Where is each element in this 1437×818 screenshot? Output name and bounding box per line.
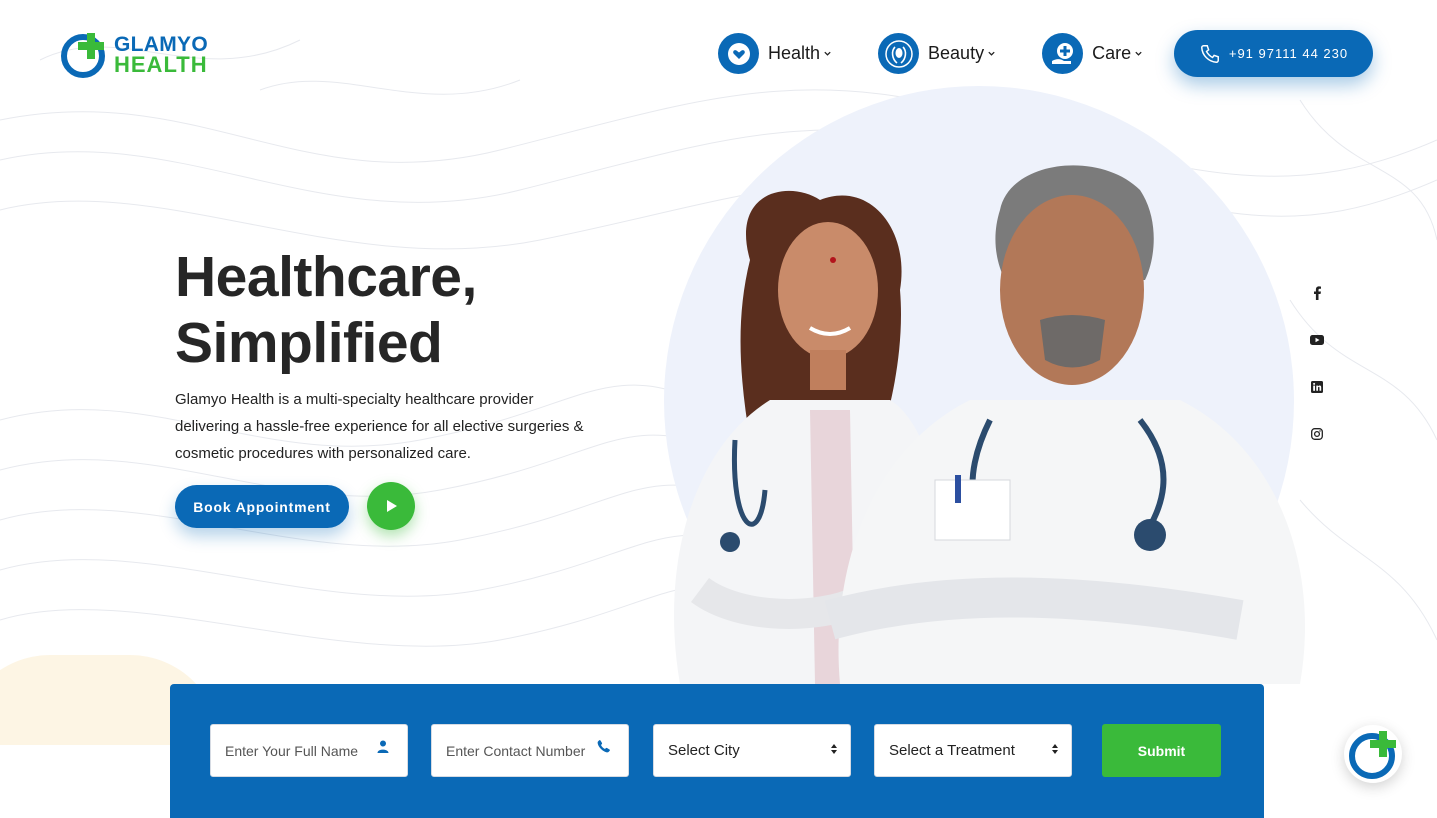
woman-face-icon: [878, 33, 920, 74]
hero-title: Healthcare, Simplified: [175, 244, 635, 376]
brand-logo[interactable]: GLAMYO HEALTH: [60, 30, 208, 80]
phone-icon: [597, 740, 610, 753]
doctors-photo: [674, 165, 1305, 684]
treatment-select[interactable]: Select a Treatment: [874, 724, 1072, 777]
facebook-icon[interactable]: [1307, 283, 1327, 303]
city-select-value: Select City: [668, 742, 740, 759]
logo-word-health: HEALTH: [114, 52, 208, 77]
nav-label-health: Health: [768, 43, 821, 63]
treatment-select-value: Select a Treatment: [889, 742, 1015, 759]
appointment-form: Select City Select a Treatment Submit: [170, 684, 1264, 818]
heart-hands-icon: [718, 33, 759, 74]
hero-description: Glamyo Health is a multi-specialty healt…: [175, 391, 584, 462]
nav-item-beauty[interactable]: Beauty: [878, 33, 996, 74]
chevron-down-icon: [1135, 51, 1142, 56]
logo-mark-icon: [1349, 731, 1396, 779]
linkedin-icon[interactable]: [1307, 377, 1327, 397]
nav-item-care[interactable]: Care: [1042, 33, 1143, 74]
instagram-icon[interactable]: [1307, 424, 1327, 444]
select-arrows-icon: [831, 744, 837, 754]
play-video-button[interactable]: [367, 482, 415, 530]
full-name-input[interactable]: [225, 742, 375, 759]
call-phone-button[interactable]: +91 97111 44 230: [1174, 30, 1373, 77]
book-appointment-button[interactable]: Book Appointment: [175, 485, 349, 528]
hero-title-line-2: Simplified: [175, 311, 443, 375]
nav-label-beauty: Beauty: [928, 43, 985, 63]
logo-text: GLAMYO HEALTH: [114, 34, 208, 77]
user-icon: [377, 740, 389, 753]
main-nav: Health Beauty Care: [718, 33, 1143, 74]
play-icon: [387, 500, 397, 512]
full-name-field[interactable]: [210, 724, 408, 777]
phone-icon: [1200, 44, 1219, 63]
phone-number: +91 97111 44 230: [1228, 46, 1349, 61]
submit-button[interactable]: Submit: [1102, 724, 1221, 777]
select-arrows-icon: [1052, 744, 1058, 754]
contact-number-field[interactable]: [431, 724, 629, 777]
care-hand-icon: [1042, 33, 1084, 74]
nav-item-health[interactable]: Health: [718, 33, 832, 74]
chevron-down-icon: [824, 51, 831, 56]
floating-chat-button[interactable]: [1344, 725, 1402, 783]
nav-label-care: Care: [1092, 43, 1132, 63]
logo-mark-icon: [61, 33, 105, 78]
contact-number-input[interactable]: [446, 742, 596, 759]
youtube-icon[interactable]: [1307, 330, 1327, 350]
chevron-down-icon: [988, 51, 995, 56]
hero-title-line-1: Healthcare,: [175, 245, 477, 309]
social-links: [1307, 283, 1327, 471]
city-select[interactable]: Select City: [653, 724, 851, 777]
